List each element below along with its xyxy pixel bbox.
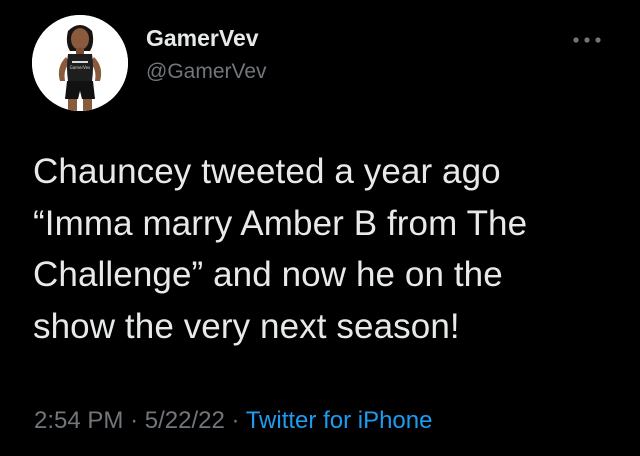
tweet-text: Chauncey tweeted a year ago “Imma marry …	[33, 146, 623, 352]
avatar-shirt-logo: GamerVev	[70, 65, 91, 70]
tweet-time[interactable]: 2:54 PM	[34, 407, 123, 434]
avatar-image: GamerVev	[32, 15, 128, 111]
user-handle[interactable]: @GamerVev	[146, 60, 267, 84]
meta-separator: ·	[130, 407, 139, 434]
more-horizontal-icon[interactable]	[570, 30, 604, 50]
tweet-date[interactable]: 5/22/22	[145, 407, 225, 434]
meta-separator: ·	[231, 407, 240, 434]
tweet-source-link[interactable]: Twitter for iPhone	[246, 407, 433, 434]
tweet-line: Chauncey tweeted a year ago	[33, 152, 501, 191]
avatar[interactable]: GamerVev	[32, 15, 128, 111]
tweet: GamerVev GamerVev @GamerVev Chauncey twe…	[0, 0, 640, 456]
display-name[interactable]: GamerVev	[146, 25, 259, 52]
tweet-line: show the very next season!	[33, 306, 460, 346]
tweet-line: “Imma marry Amber B from The	[33, 203, 528, 243]
tweet-metadata: 2:54 PM · 5/22/22 · Twitter for iPhone	[34, 407, 432, 435]
tweet-line: Challenge” and now he on the	[33, 255, 503, 294]
